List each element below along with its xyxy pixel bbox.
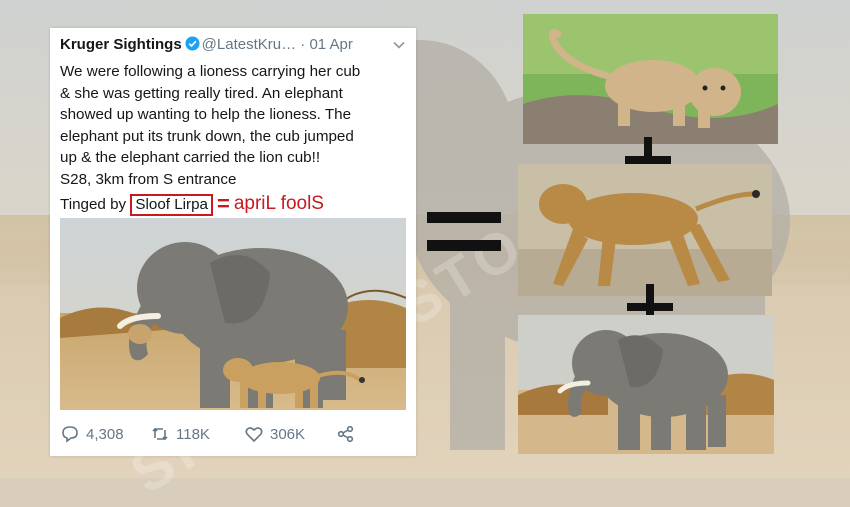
tweet-actions: 4,308 118K 306K: [60, 424, 406, 448]
lion-cub-photo: [523, 14, 778, 144]
like-icon: [245, 427, 263, 443]
tweet-text-line: up & the elephant carried the lion cub!!: [60, 149, 321, 166]
tweet-header: Kruger Sightings @LatestKru… · 01 Apr: [60, 36, 406, 58]
annotation-equals: =: [216, 191, 230, 216]
tweet-date[interactable]: · 01 Apr: [300, 36, 353, 53]
reply-count: 4,308: [86, 425, 124, 443]
verified-badge-icon: [185, 36, 200, 51]
lioness-image: [518, 164, 772, 296]
reply-action[interactable]: 4,308: [60, 424, 124, 444]
share-icon: [337, 425, 354, 443]
tweet-photo-elephant-lioness[interactable]: [60, 218, 406, 410]
tweet-text-line: S28, 3km from S entrance: [60, 170, 237, 188]
tweet-text: We were following a lioness carrying her…: [60, 61, 410, 190]
april-fools-annotation: apriL foolS: [233, 193, 324, 214]
retweet-icon: [152, 427, 168, 441]
chevron-down-icon[interactable]: [392, 38, 406, 52]
tweet-author-handle[interactable]: @LatestKru…: [202, 36, 296, 53]
big-equals-sign: [427, 207, 501, 255]
tweet-text-line: showed up wanting to help the lioness. T…: [60, 106, 352, 123]
tinged-prefix: Tinged by: [60, 196, 127, 213]
sloof-lirpa-highlight: Sloof Lirpa: [130, 194, 213, 216]
share-action[interactable]: [336, 424, 356, 444]
lioness-photo: [518, 164, 772, 296]
elephant-image: [518, 315, 774, 454]
tweet-author-name[interactable]: Kruger Sightings: [60, 36, 182, 53]
tweet-card[interactable]: Kruger Sightings @LatestKru… · 01 Apr We …: [50, 28, 416, 456]
reply-icon: [62, 426, 78, 443]
elephant-with-lioness-image: [60, 218, 406, 410]
like-action[interactable]: 306K: [244, 424, 305, 444]
retweet-action[interactable]: 118K: [150, 424, 210, 444]
like-count: 306K: [270, 425, 306, 443]
elephant-photo: [518, 315, 774, 454]
lion-cub-image: [523, 14, 778, 144]
tinged-by-row: Tinged by Sloof Lirpa = apriL foolS: [60, 191, 324, 216]
tweet-text-line: elephant put its trunk down, the cub jum…: [60, 127, 354, 145]
tweet-text-line: & she was getting really tired. An eleph…: [60, 84, 343, 102]
retweet-count: 118K: [176, 425, 210, 443]
tweet-text-line: We were following a lioness carrying her…: [60, 63, 361, 80]
